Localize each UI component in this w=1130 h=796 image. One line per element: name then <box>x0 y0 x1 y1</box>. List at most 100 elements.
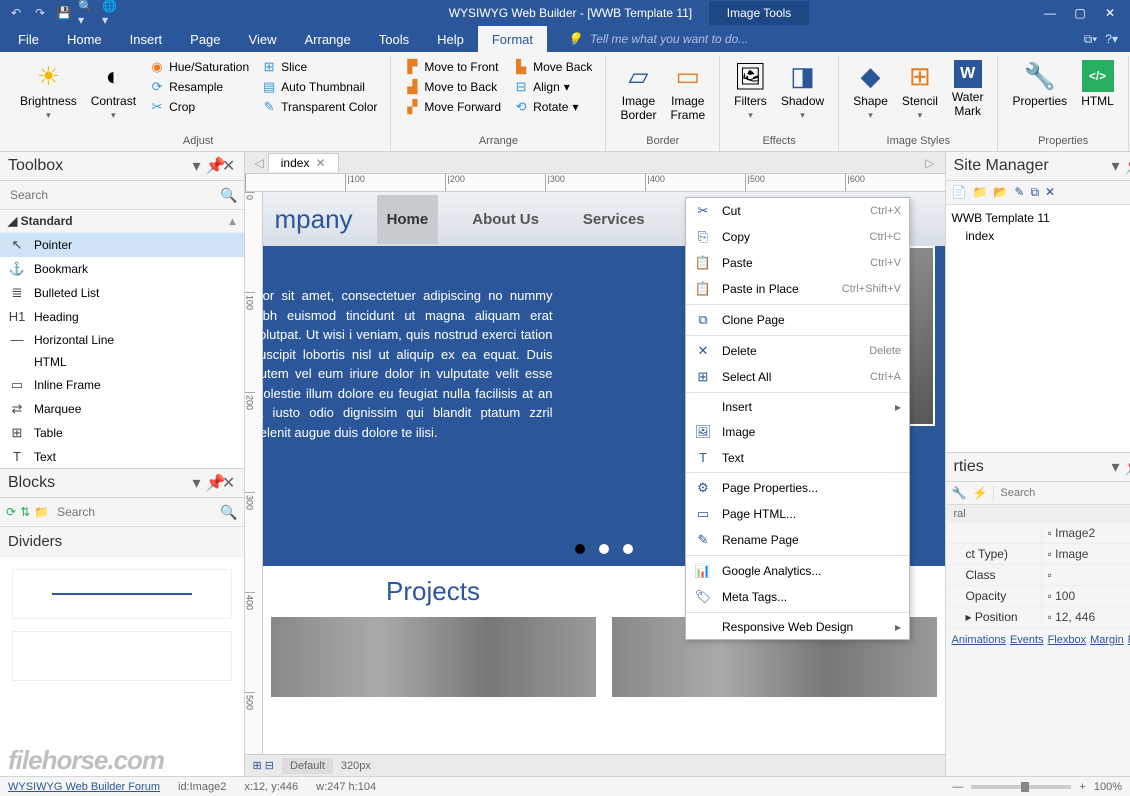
property-value[interactable]: ▫ 100 <box>1041 586 1130 606</box>
property-link[interactable]: Animations <box>952 634 1006 646</box>
tab-next-icon[interactable]: ▷ <box>925 156 934 170</box>
property-link[interactable]: Events <box>1010 634 1044 646</box>
properties-button[interactable]: 🔧Properties <box>1008 58 1071 110</box>
context-menu-item[interactable]: 📋Paste in PlaceCtrl+Shift+V <box>686 276 909 302</box>
shape-button[interactable]: ◆Shape▾ <box>849 58 892 123</box>
toolbox-search-input[interactable] <box>6 185 216 205</box>
slide-dot[interactable] <box>623 544 633 554</box>
menu-tools[interactable]: Tools <box>365 26 423 52</box>
close-icon[interactable]: ✕ <box>1096 2 1124 24</box>
zoom-slider[interactable] <box>971 785 1071 789</box>
pin-icon[interactable]: 📌 <box>206 473 220 493</box>
maximize-icon[interactable]: ▢ <box>1066 2 1094 24</box>
toolbox-item[interactable]: ≣Bulleted List <box>0 281 244 305</box>
toolbox-item[interactable]: ⇄Marquee <box>0 397 244 421</box>
context-menu-item[interactable]: 📋PasteCtrl+V <box>686 250 909 276</box>
property-link[interactable]: Flexbox <box>1048 634 1087 646</box>
context-menu-item[interactable]: ▭Page HTML... <box>686 501 909 527</box>
tree-page[interactable]: index <box>952 227 1130 245</box>
toolbox-item[interactable]: HTML <box>0 351 244 373</box>
pin-icon[interactable]: 📌 <box>1125 156 1130 176</box>
slide-dot[interactable] <box>599 544 609 554</box>
context-menu-item[interactable]: 🏷Meta Tags... <box>686 584 909 610</box>
panel-close-icon[interactable]: ✕ <box>222 473 236 493</box>
new-folder-icon[interactable]: 📁 <box>972 185 987 200</box>
menu-help[interactable]: Help <box>423 26 478 52</box>
new-page-icon[interactable]: 📄 <box>952 185 967 200</box>
minimize-icon[interactable]: — <box>1036 2 1064 24</box>
tree-root[interactable]: WWB Template 11 <box>952 209 1130 227</box>
search-icon[interactable]: 🔍 <box>220 187 237 204</box>
context-menu-item[interactable]: ⚙Page Properties... <box>686 475 909 501</box>
auto-thumbnail-button[interactable]: ▤Auto Thumbnail <box>258 78 380 96</box>
tell-me-search[interactable]: 💡Tell me what you want to do... <box>547 26 1084 52</box>
contextual-tab[interactable]: Image Tools <box>709 1 809 25</box>
resample-button[interactable]: ⟳Resample <box>146 78 252 96</box>
copy-icon[interactable]: ⧉ <box>1030 185 1039 200</box>
context-menu-item[interactable]: 📊Google Analytics... <box>686 558 909 584</box>
panel-close-icon[interactable]: ✕ <box>222 156 236 176</box>
menu-insert[interactable]: Insert <box>116 26 177 52</box>
nav-home[interactable]: Home <box>377 195 439 244</box>
undo-icon[interactable]: ↶ <box>6 3 26 23</box>
toolbox-item[interactable]: —Horizontal Line <box>0 328 244 351</box>
toolbox-item[interactable]: ⚓Bookmark <box>0 257 244 281</box>
toolbox-item[interactable]: TText <box>0 445 244 468</box>
refresh-icon[interactable]: ⟳ <box>6 505 16 519</box>
align-button[interactable]: ⊟Align ▾ <box>510 78 595 96</box>
menu-file[interactable]: File <box>4 26 53 52</box>
menu-home[interactable]: Home <box>53 26 116 52</box>
toolbox-item[interactable]: ▭Inline Frame <box>0 373 244 397</box>
hue-button[interactable]: ◉Hue/Saturation <box>146 58 252 76</box>
move-to-back-button[interactable]: ▟Move to Back <box>401 78 504 96</box>
filters-button[interactable]: 🖼Filters▾ <box>730 58 771 123</box>
slide-dot[interactable] <box>575 544 585 554</box>
context-menu-item[interactable]: ⧉Clone Page <box>686 307 909 333</box>
property-value[interactable]: ▫ Image <box>1041 544 1130 564</box>
edit-icon[interactable]: ✎ <box>1014 185 1024 200</box>
panel-menu-icon[interactable]: ▾ <box>190 473 204 493</box>
context-menu-item[interactable]: ⎘CopyCtrl+C <box>686 224 909 250</box>
toolbox-item[interactable]: ↖Pointer <box>0 233 244 257</box>
context-menu-item[interactable]: ⊞Select AllCtrl+A <box>686 364 909 390</box>
crop-button[interactable]: ✂Crop <box>146 98 252 116</box>
stencil-button[interactable]: ⊞Stencil▾ <box>898 58 942 123</box>
context-menu-item[interactable]: TText <box>686 445 909 470</box>
redo-icon[interactable]: ↷ <box>30 3 50 23</box>
context-menu-item[interactable]: Insert▸ <box>686 395 909 419</box>
menu-arrange[interactable]: Arrange <box>290 26 364 52</box>
html-button[interactable]: </>HTML <box>1077 58 1118 110</box>
tab-close-icon[interactable]: ✕ <box>315 156 325 170</box>
layout-icon[interactable]: ⧉▾ <box>1084 32 1098 47</box>
panel-menu-icon[interactable]: ▾ <box>1109 457 1123 477</box>
section-image[interactable] <box>271 617 596 697</box>
divider-preview[interactable] <box>12 631 232 681</box>
forum-link[interactable]: WYSIWYG Web Builder Forum <box>8 781 160 793</box>
slice-button[interactable]: ⊞Slice <box>258 58 380 76</box>
blocks-search-input[interactable] <box>53 502 216 522</box>
context-menu-item[interactable]: Responsive Web Design▸ <box>686 615 909 639</box>
property-value[interactable]: ▫ 12, 446 <box>1041 607 1130 627</box>
panel-menu-icon[interactable]: ▾ <box>190 156 204 176</box>
panel-menu-icon[interactable]: ▾ <box>1109 156 1123 176</box>
responsive-icon[interactable]: ⊞ ⊟ <box>253 759 275 772</box>
prop-tab-bolt-icon[interactable]: ⚡ <box>972 486 987 500</box>
pin-icon[interactable]: 📌 <box>1125 457 1130 477</box>
toolbox-item[interactable]: H1Heading <box>0 305 244 328</box>
zoom-out-icon[interactable]: — <box>952 781 963 793</box>
menu-page[interactable]: Page <box>176 26 234 52</box>
zoom-in-icon[interactable]: + <box>1079 781 1085 793</box>
move-back-button[interactable]: ▙Move Back <box>510 58 595 76</box>
menu-format[interactable]: Format <box>478 26 547 52</box>
tab-prev-icon[interactable]: ◁ <box>255 156 264 170</box>
sync-icon[interactable]: ⇅ <box>20 505 30 519</box>
toolbox-item[interactable]: ⊞Table <box>0 421 244 445</box>
contrast-button[interactable]: ◐Contrast▾ <box>87 58 140 123</box>
brightness-button[interactable]: ☀Brightness▾ <box>16 58 81 123</box>
property-value[interactable]: ▫ <box>1041 565 1130 585</box>
image-frame-button[interactable]: ▭Image Frame <box>666 58 709 124</box>
save-icon[interactable]: 💾 <box>54 3 74 23</box>
context-menu-item[interactable]: ✂CutCtrl+X <box>686 198 909 224</box>
nav-about[interactable]: About Us <box>462 195 549 244</box>
open-icon[interactable]: 📂 <box>993 185 1008 200</box>
